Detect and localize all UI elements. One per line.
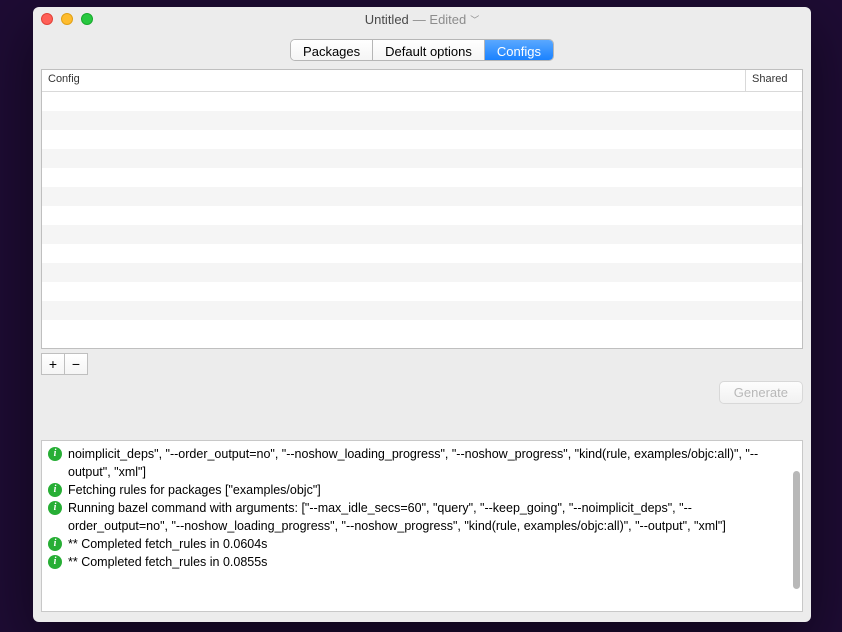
add-remove-controls: + − [41,353,803,375]
remove-button[interactable]: − [64,353,88,375]
log-text: ** Completed fetch_rules in 0.0855s [68,553,782,571]
configs-table: Config Shared [41,69,803,349]
table-row [42,149,802,168]
zoom-button[interactable] [81,13,93,25]
log-text: ** Completed fetch_rules in 0.0604s [68,535,782,553]
minimize-button[interactable] [61,13,73,25]
info-icon: i [48,537,62,551]
log-text: noimplicit_deps", "--order_output=no", "… [68,445,782,481]
table-row [42,168,802,187]
window-controls [41,13,93,25]
document-name: Untitled [365,12,409,27]
log-text: Running bazel command with arguments: ["… [68,499,782,535]
tab-packages[interactable]: Packages [291,40,373,60]
chevron-down-icon[interactable]: ﹀ [470,13,479,26]
log-line: i Fetching rules for packages ["examples… [48,481,788,499]
table-row [42,244,802,263]
add-button[interactable]: + [41,353,65,375]
generate-button[interactable]: Generate [719,381,803,404]
table-body[interactable] [42,92,802,348]
tab-configs[interactable]: Configs [485,40,553,60]
table-row [42,301,802,320]
app-window: Untitled — Edited ﹀ Packages Default opt… [33,7,811,622]
log-line: i ** Completed fetch_rules in 0.0604s [48,535,788,553]
log-line: i Running bazel command with arguments: … [48,499,788,535]
generate-row: Generate [41,381,803,404]
table-row [42,225,802,244]
table-row [42,111,802,130]
info-icon: i [48,483,62,497]
table-row [42,130,802,149]
column-shared[interactable]: Shared [746,70,802,91]
titlebar: Untitled — Edited ﹀ [33,7,811,29]
close-button[interactable] [41,13,53,25]
log-line: i noimplicit_deps", "--order_output=no",… [48,445,788,481]
info-icon: i [48,447,62,461]
table-row [42,92,802,111]
window-title: Untitled — Edited ﹀ [365,12,480,27]
scrollbar[interactable] [793,471,800,589]
log-text: Fetching rules for packages ["examples/o… [68,481,782,499]
tab-default-options[interactable]: Default options [373,40,485,60]
content-area: Config Shared + − [33,69,811,622]
table-row [42,187,802,206]
info-icon: i [48,555,62,569]
table-row [42,320,802,339]
log-panel: i noimplicit_deps", "--order_output=no",… [41,440,803,612]
log-content: i noimplicit_deps", "--order_output=no",… [42,441,802,575]
document-status: — Edited [413,12,466,27]
tab-bar: Packages Default options Configs [290,39,554,61]
column-config[interactable]: Config [42,70,746,91]
info-icon: i [48,501,62,515]
log-line: i ** Completed fetch_rules in 0.0855s [48,553,788,571]
table-row [42,263,802,282]
table-row [42,206,802,225]
table-header: Config Shared [42,70,802,92]
table-row [42,282,802,301]
